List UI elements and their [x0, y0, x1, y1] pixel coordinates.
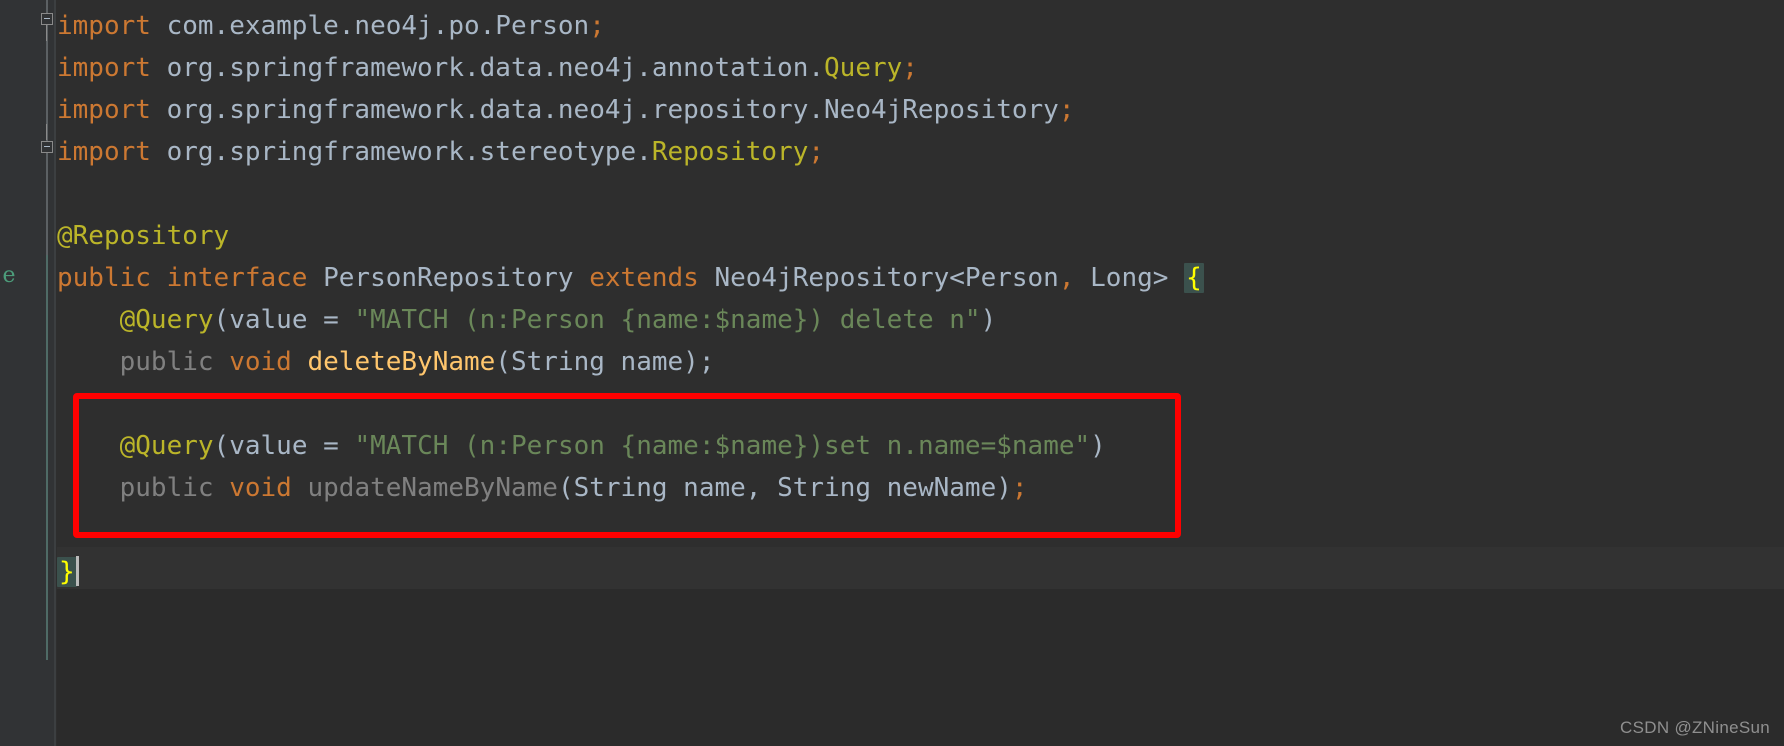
current-line-highlight	[57, 547, 1784, 589]
code-token: value	[229, 431, 308, 461]
fold-stem	[46, 124, 47, 140]
code-token: void	[229, 347, 292, 377]
code-token: {	[1184, 263, 1204, 293]
code-token: deleteByName	[307, 347, 496, 377]
gutter-marker-icon[interactable]: e	[0, 263, 18, 289]
fold-minus-glyph	[44, 146, 50, 147]
code-token: @Repository	[57, 221, 230, 251]
watermark-text: CSDN @ZNineSun	[1620, 718, 1770, 737]
code-token: import	[57, 95, 151, 125]
code-content[interactable]: import com.example.neo4j.po.Person; impor…	[57, 0, 1784, 746]
code-token: Repository	[651, 137, 809, 167]
code-line-import-neo4jrepository[interactable]: import org.springframework.data.neo4j.re…	[57, 89, 1074, 131]
fold-marker-imports-end[interactable]	[40, 124, 55, 155]
code-token: public	[119, 347, 214, 377]
code-token: (	[213, 305, 230, 335]
code-token: import	[57, 11, 151, 41]
code-token: Long>	[1074, 263, 1185, 293]
code-token: }	[57, 557, 77, 587]
fold-collapse-icon	[41, 141, 53, 153]
code-token: )	[1090, 431, 1106, 461]
code-token: updateNameByName	[307, 473, 558, 503]
code-token: ;	[1058, 95, 1075, 125]
code-token: PersonRepository	[307, 263, 590, 293]
text-caret	[75, 556, 79, 586]
code-token: import	[57, 53, 151, 83]
code-token: (	[213, 431, 230, 461]
fold-stem	[46, 25, 47, 41]
code-token: )	[980, 305, 997, 335]
code-token: Query	[824, 53, 903, 83]
code-token: @Query	[119, 305, 214, 335]
code-line-method-deletebyname[interactable]: public void deleteByName(String name);	[57, 341, 715, 383]
code-token: void	[229, 473, 292, 503]
editor-empty-area	[57, 589, 1784, 746]
code-line-import-repository[interactable]: import org.springframework.stereotype.Re…	[57, 131, 824, 173]
code-token: interface	[166, 263, 308, 293]
code-token: =	[307, 431, 355, 461]
code-line-closing-brace[interactable]: }	[57, 551, 79, 593]
code-token: (String name, String newName)	[557, 473, 1012, 503]
gutter-scope-guide	[46, 255, 48, 660]
code-token: Neo4jRepository<Person	[698, 263, 1059, 293]
code-token: @Query	[119, 431, 214, 461]
code-token: (String name);	[495, 347, 715, 377]
code-token: extends	[589, 263, 699, 293]
code-token: =	[307, 305, 355, 335]
code-line-annotation-repository[interactable]: @Repository	[57, 215, 229, 257]
code-token: ;	[1011, 473, 1028, 503]
code-token: org.springframework.data.neo4j.repositor…	[150, 95, 1059, 125]
code-token: ;	[589, 11, 605, 41]
code-line-query-update[interactable]: @Query(value = "MATCH (n:Person {name:$n…	[57, 425, 1106, 467]
code-line-query-delete[interactable]: @Query(value = "MATCH (n:Person {name:$n…	[57, 299, 997, 341]
fold-collapse-icon	[41, 13, 53, 25]
code-token: public	[119, 473, 214, 503]
code-token: ,	[1058, 263, 1075, 293]
code-token: com.example.neo4j.po.Person	[150, 11, 590, 41]
code-line-interface-declaration[interactable]: public interface PersonRepository extend…	[57, 257, 1204, 299]
gutter-divider	[54, 0, 56, 746]
code-token: ;	[902, 53, 918, 83]
code-line-method-updatenamebyname[interactable]: public void updateNameByName(String name…	[57, 467, 1028, 509]
code-token: public	[57, 263, 151, 293]
code-token: org.springframework.data.neo4j.annotatio…	[150, 53, 825, 83]
fold-marker-imports-start[interactable]	[40, 12, 55, 41]
code-editor[interactable]: e import com.example.neo4j.po.Person; imp…	[0, 0, 1784, 746]
code-token: org.springframework.stereotype.	[150, 137, 652, 167]
code-token: value	[229, 305, 308, 335]
code-token: "MATCH (n:Person {name:$name})set n.name…	[354, 431, 1091, 461]
code-line-import-query[interactable]: import org.springframework.data.neo4j.an…	[57, 47, 918, 89]
code-token: ;	[808, 137, 825, 167]
code-token: import	[57, 137, 151, 167]
code-token: "MATCH (n:Person {name:$name}) delete n"	[354, 305, 981, 335]
fold-minus-glyph	[44, 18, 50, 19]
code-line-import-person[interactable]: import com.example.neo4j.po.Person;	[57, 5, 605, 47]
